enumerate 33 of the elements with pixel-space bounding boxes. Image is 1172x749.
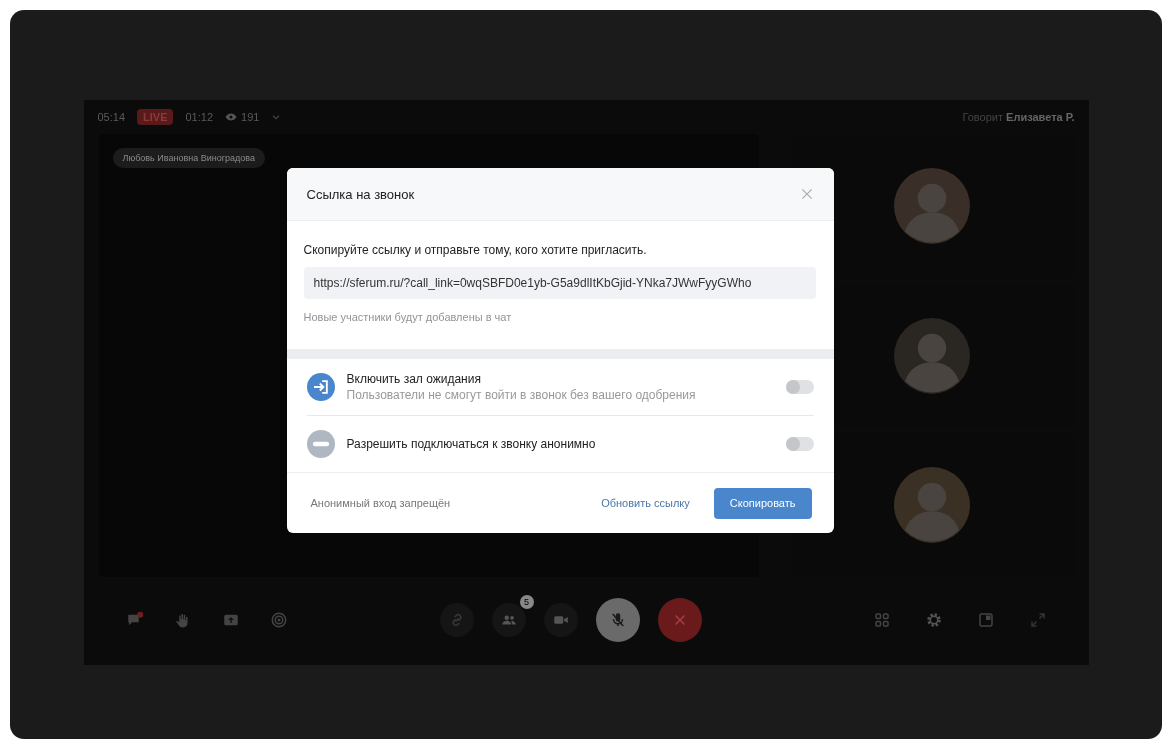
- speaker-label: Говорит Елизавета Р.: [962, 111, 1075, 123]
- chevron-down-icon[interactable]: [271, 112, 282, 122]
- expand-icon: [1028, 611, 1047, 629]
- camera-button[interactable]: [543, 603, 578, 637]
- people-button[interactable]: [491, 603, 526, 637]
- live-time: 01:12: [185, 111, 213, 123]
- hint-text: Новые участники будут добавлены в чат: [303, 311, 512, 323]
- grid-icon: [872, 611, 891, 629]
- link-button[interactable]: [439, 603, 474, 637]
- target-icon: [269, 611, 288, 629]
- refresh-link[interactable]: Обновить ссылку: [601, 497, 690, 509]
- dialog-title: Ссылка на звонок: [306, 186, 415, 202]
- mic-button[interactable]: [595, 598, 640, 642]
- close-button[interactable]: [799, 187, 814, 201]
- enter-icon: [306, 373, 335, 401]
- link-field[interactable]: https://sferum.ru/?call_link=0wqSBFD0e1yb-G5a9dlItKbGjid-YNka7JWwFyyGWho: [303, 267, 816, 299]
- option-title: Включить зал ожидания: [346, 372, 482, 386]
- end-call-button[interactable]: [657, 598, 702, 642]
- instruction-text: Скопируйте ссылку и отправьте тому, кого хотите пригласить.: [303, 243, 647, 257]
- viewer-count: 191: [241, 111, 260, 123]
- toggle-switch[interactable]: [785, 437, 814, 451]
- close-icon: [799, 187, 814, 201]
- window-icon: [976, 611, 995, 629]
- status-text: Анонимный вход запрещён: [310, 497, 451, 509]
- option-description: Пользователи не смогут войти в звонок без вашего одобрения: [346, 388, 697, 402]
- option-title: Разрешить подключаться к звонку анонимно: [346, 437, 597, 451]
- elapsed-time: 05:14: [97, 111, 126, 123]
- eye-icon: [225, 111, 237, 123]
- toggle-switch[interactable]: [785, 380, 814, 394]
- settings-icon: [924, 611, 943, 629]
- name-tag: Любовь Ивановна Виноградова: [112, 148, 265, 168]
- copy-button[interactable]: Скопировать: [713, 487, 812, 519]
- count-badge: 5: [519, 595, 534, 609]
